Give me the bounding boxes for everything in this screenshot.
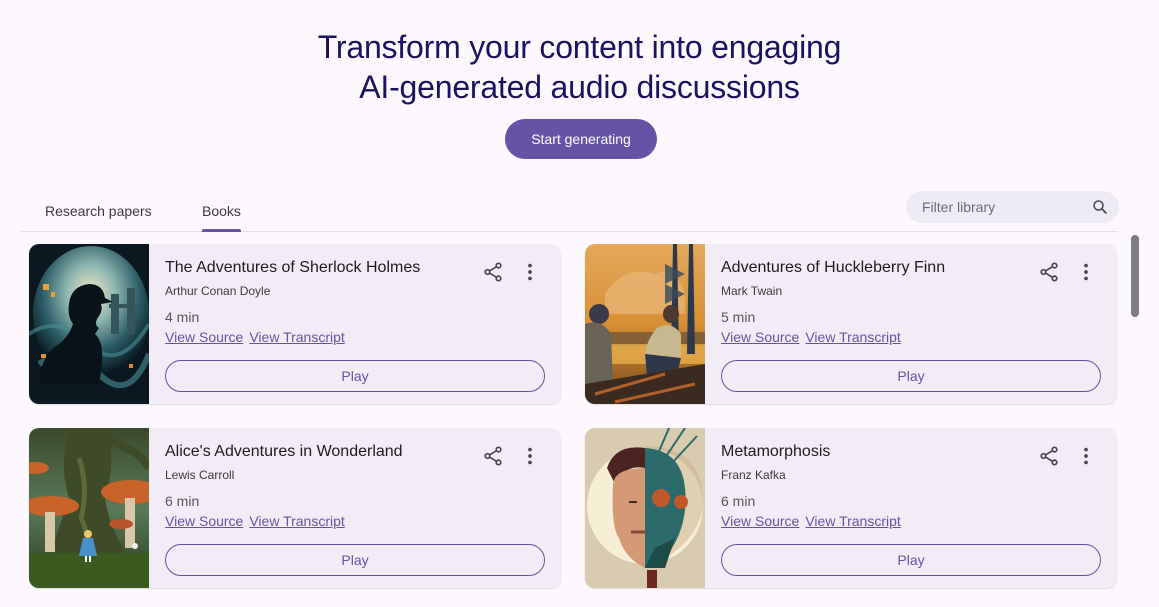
book-duration: 6 min <box>165 493 200 509</box>
huckleberry-finn-cover-art <box>585 244 705 404</box>
book-info: Adventures of Huckleberry Finn Mark Twai… <box>721 244 1117 404</box>
view-source-link[interactable]: View Source <box>721 329 799 345</box>
book-duration: 4 min <box>165 309 200 325</box>
search-icon[interactable] <box>1091 198 1109 216</box>
book-cover-image <box>585 428 705 588</box>
filter-library-input[interactable] <box>922 199 1082 215</box>
book-author: Mark Twain <box>721 284 783 298</box>
book-title: The Adventures of Sherlock Holmes <box>165 259 421 276</box>
book-author: Lewis Carroll <box>165 468 235 482</box>
view-source-link[interactable]: View Source <box>721 513 799 529</box>
play-button[interactable]: Play <box>721 360 1101 392</box>
play-button[interactable]: Play <box>165 360 545 392</box>
book-links: View Source View Transcript <box>165 329 345 345</box>
hero-title-line-1: Transform your content into engaging <box>317 29 842 65</box>
book-info: Metamorphosis Franz Kafka 6 min View Sou… <box>721 428 1117 588</box>
book-links: View Source View Transcript <box>165 513 345 529</box>
active-tab-indicator <box>202 229 241 232</box>
book-duration: 5 min <box>721 309 756 325</box>
hero-title: Transform your content into engaging AI-… <box>0 27 1159 107</box>
tab-label: Books <box>202 202 241 219</box>
book-cover-image <box>29 428 149 588</box>
tab-label: Research papers <box>45 202 152 219</box>
more-options-icon[interactable] <box>519 261 541 283</box>
scrollbar-thumb[interactable] <box>1131 235 1139 317</box>
book-cover-image <box>585 244 705 404</box>
book-card: Alice's Adventures in Wonderland Lewis C… <box>29 428 561 588</box>
book-title: Alice's Adventures in Wonderland <box>165 443 403 460</box>
hero-title-line-2: AI-generated audio discussions <box>359 69 800 105</box>
alice-cover-art <box>29 428 149 588</box>
book-info: Alice's Adventures in Wonderland Lewis C… <box>165 428 561 588</box>
book-card: The Adventures of Sherlock Holmes Arthur… <box>29 244 561 404</box>
more-options-icon[interactable] <box>1075 445 1097 467</box>
share-icon[interactable] <box>1038 445 1060 467</box>
book-card: Adventures of Huckleberry Finn Mark Twai… <box>585 244 1117 404</box>
share-icon[interactable] <box>482 261 504 283</box>
tab-research-papers[interactable]: Research papers <box>45 190 152 231</box>
view-transcript-link[interactable]: View Transcript <box>805 513 900 529</box>
filter-library-search <box>906 191 1119 223</box>
view-transcript-link[interactable]: View Transcript <box>249 329 344 345</box>
metamorphosis-cover-art <box>585 428 705 588</box>
share-icon[interactable] <box>482 445 504 467</box>
book-author: Arthur Conan Doyle <box>165 284 271 298</box>
book-links: View Source View Transcript <box>721 329 901 345</box>
share-icon[interactable] <box>1038 261 1060 283</box>
book-links: View Source View Transcript <box>721 513 901 529</box>
book-card: Metamorphosis Franz Kafka 6 min View Sou… <box>585 428 1117 588</box>
view-transcript-link[interactable]: View Transcript <box>249 513 344 529</box>
book-duration: 6 min <box>721 493 756 509</box>
view-transcript-link[interactable]: View Transcript <box>805 329 900 345</box>
more-options-icon[interactable] <box>1075 261 1097 283</box>
more-options-icon[interactable] <box>519 445 541 467</box>
play-button[interactable]: Play <box>721 544 1101 576</box>
book-author: Franz Kafka <box>721 468 786 482</box>
start-generating-button[interactable]: Start generating <box>505 119 657 159</box>
sherlock-cover-art <box>29 244 149 404</box>
view-source-link[interactable]: View Source <box>165 513 243 529</box>
book-title: Adventures of Huckleberry Finn <box>721 259 946 276</box>
play-button[interactable]: Play <box>165 544 545 576</box>
view-source-link[interactable]: View Source <box>165 329 243 345</box>
book-cover-image <box>29 244 149 404</box>
book-title: Metamorphosis <box>721 443 831 460</box>
tab-books[interactable]: Books <box>202 190 241 232</box>
book-info: The Adventures of Sherlock Holmes Arthur… <box>165 244 561 404</box>
